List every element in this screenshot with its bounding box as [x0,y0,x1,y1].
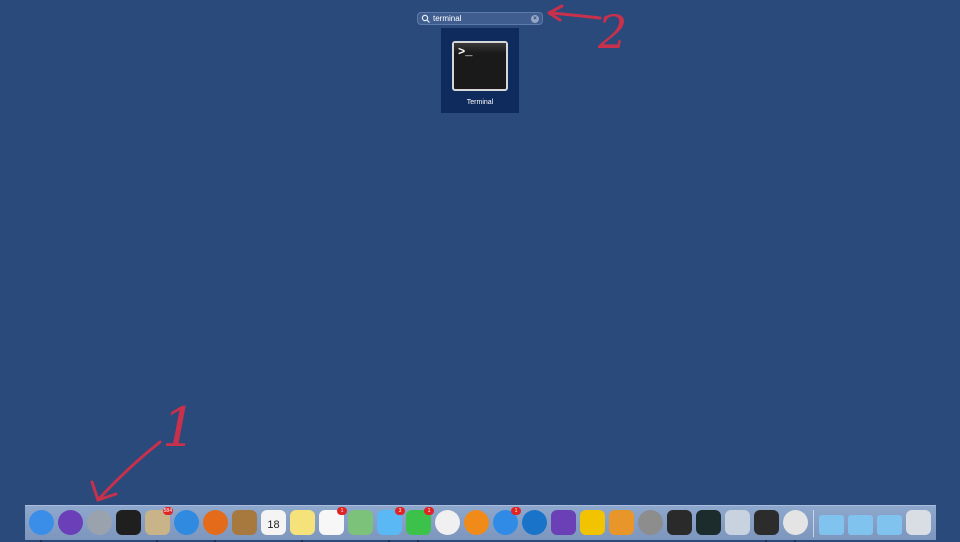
annotation-arrow-1 [96,440,162,502]
itunes-dock-item[interactable] [435,510,460,535]
notification-badge: 584 [162,507,173,515]
virtualbox-icon [725,510,750,535]
dock: 584 18 1 3 1 1 [25,505,936,542]
siri-icon [58,510,83,535]
annotation-number-1: 1 [162,396,196,459]
result-label: Terminal [466,99,494,106]
console-icon [667,510,692,535]
maps-icon [348,510,373,535]
itunes-icon [435,510,460,535]
clear-search-icon[interactable]: × [531,15,539,23]
activity-monitor-dock-item[interactable] [696,510,721,535]
notebook-icon [232,510,257,535]
screen-sharing-icon [754,510,779,535]
annotation-arrow-1-head [90,480,118,502]
search-field[interactable]: × [417,12,543,25]
trash-dock-item[interactable] [906,510,931,535]
chrome-dock-item[interactable] [783,510,808,542]
annotation-arrow-2-head [547,4,564,22]
teamviewer-icon [522,510,547,535]
applications-folder-icon [819,515,844,535]
wunderlist-icon [580,510,605,535]
preview-dock-item[interactable]: 584 [145,507,173,542]
ibooks-dock-item[interactable] [464,510,489,535]
disk-utility-dock-item[interactable] [638,510,663,535]
imovie-dock-item[interactable] [551,510,576,535]
terminal-prompt-glyph: >_ [458,45,473,59]
search-icon [421,14,430,23]
maps-dock-item[interactable] [348,510,373,535]
search-input[interactable] [431,13,529,24]
system-preferences-dock-item[interactable] [609,510,634,535]
annotation-number-2: 2 [597,5,627,59]
ibooks-icon [464,510,489,535]
terminal-icon [116,510,141,535]
annotation-arrow-2 [548,11,602,20]
notification-badge: 1 [424,507,434,515]
downloads-folder-dock-item[interactable] [877,510,902,535]
launchpad-dock-item[interactable] [87,510,112,535]
imovie-icon [551,510,576,535]
screen-sharing-dock-item[interactable] [754,510,779,542]
reminders-dock-item[interactable]: 1 [319,507,347,535]
search-result-terminal[interactable]: >_ Terminal [441,28,519,113]
notification-badge: 1 [511,507,521,515]
launchpad-icon [87,510,112,535]
terminal-dock-item[interactable] [116,510,141,535]
notes-dock-item[interactable] [290,510,315,542]
notes-icon [290,510,315,535]
documents-folder-dock-item[interactable] [848,510,873,535]
firefox-dock-item[interactable] [203,510,228,542]
finder-dock-item[interactable] [29,510,54,542]
calendar-icon: 18 [261,510,286,535]
terminal-app-icon: >_ [452,41,508,91]
calendar-date-text: 18 [267,519,280,531]
finder-icon [29,510,54,535]
documents-folder-icon [848,515,873,535]
notification-badge: 3 [395,507,405,515]
system-preferences-icon [609,510,634,535]
wunderlist-dock-item[interactable] [580,510,605,535]
chrome-icon [783,510,808,535]
firefox-icon [203,510,228,535]
siri-dock-item[interactable] [58,510,83,535]
facetime-dock-item[interactable]: 1 [406,507,434,542]
downloads-folder-icon [877,515,902,535]
messages-dock-item[interactable]: 3 [377,507,405,542]
teamviewer-dock-item[interactable] [522,510,547,535]
applications-folder-dock-item[interactable] [819,510,844,535]
trash-icon [906,510,931,535]
disk-utility-icon [638,510,663,535]
dock-separator [813,510,814,537]
calendar-dock-item[interactable]: 18 [261,510,286,535]
notification-badge: 1 [337,507,347,515]
safari-dock-item[interactable] [174,510,199,535]
notebook-dock-item[interactable] [232,510,257,535]
app-store-dock-item[interactable]: 1 [493,507,521,535]
console-dock-item[interactable] [667,510,692,535]
safari-icon [174,510,199,535]
activity-monitor-icon [696,510,721,535]
virtualbox-dock-item[interactable] [725,510,750,535]
